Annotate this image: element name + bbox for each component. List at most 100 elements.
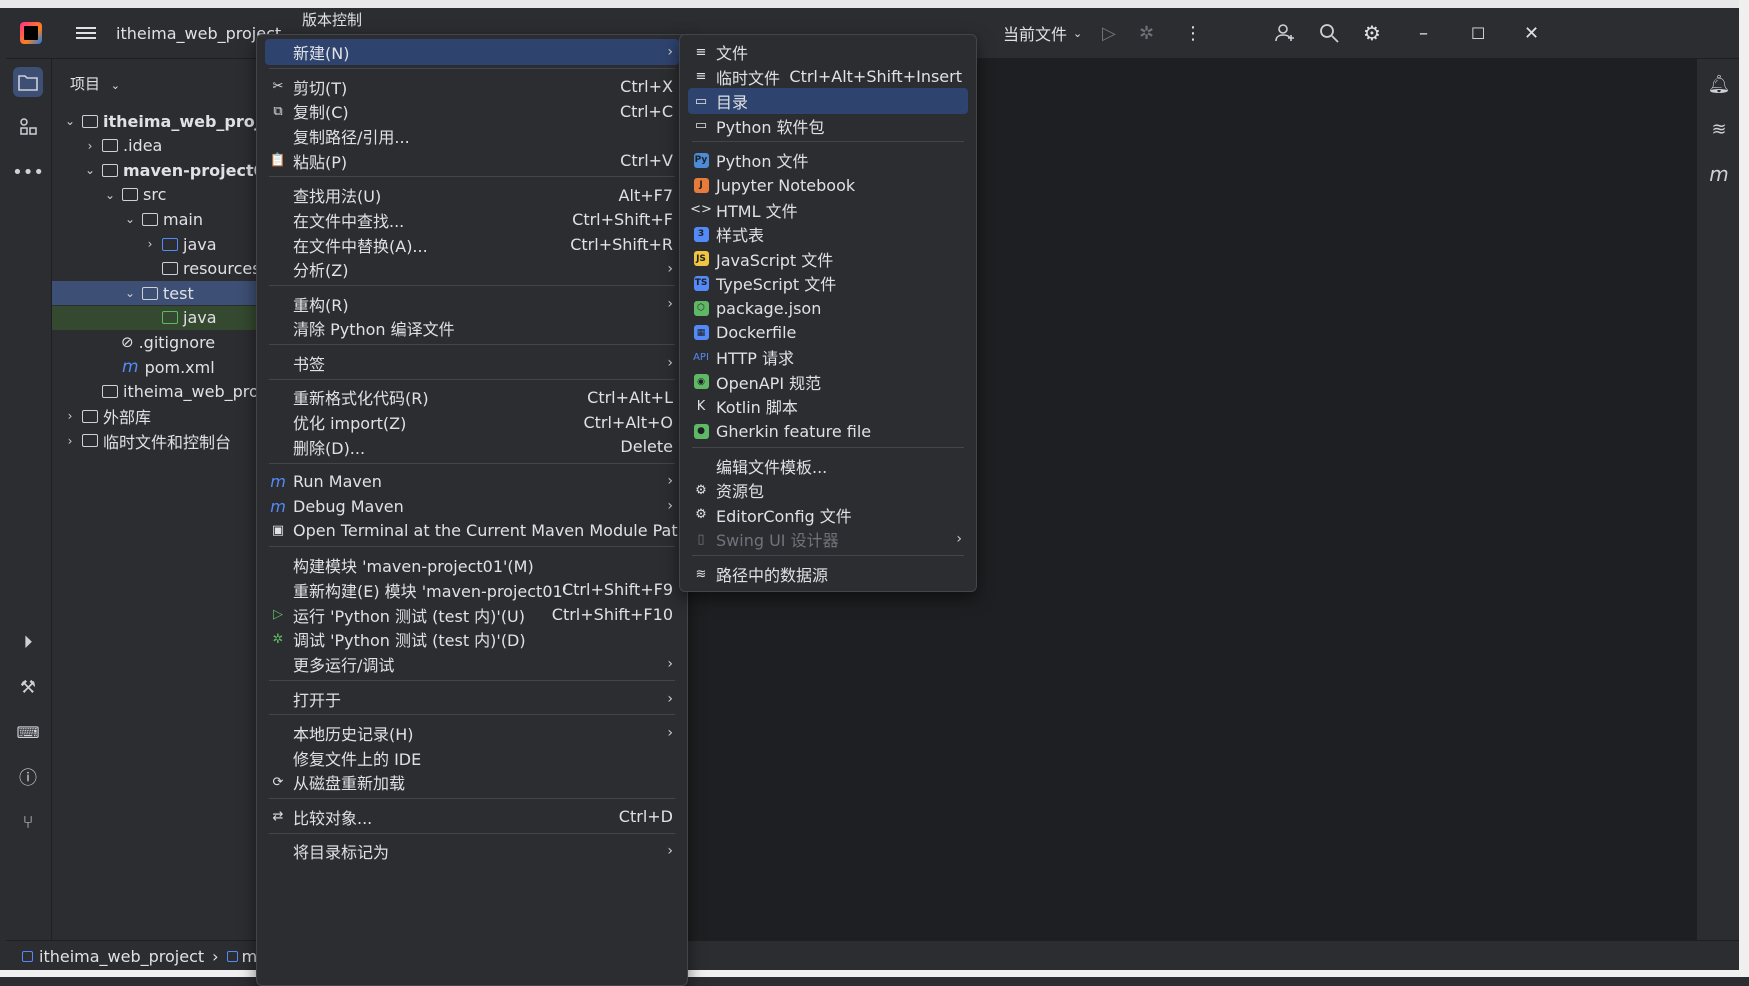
- menu-item[interactable]: K Kotlin 脚本: [688, 393, 968, 419]
- menu-item[interactable]: m Run Maven ›: [265, 468, 679, 494]
- menu-item[interactable]: J Jupyter Notebook: [688, 172, 968, 198]
- project-panel-title[interactable]: 项目 ⌄: [70, 73, 120, 94]
- chevron-right-icon[interactable]: ›: [84, 139, 96, 153]
- menu-item[interactable]: 优化 import(Z) Ctrl+Alt+O: [265, 409, 679, 435]
- search-icon[interactable]: [1318, 8, 1340, 58]
- menu-item[interactable]: 编辑文件模板...: [688, 453, 968, 479]
- structure-icon[interactable]: [13, 112, 43, 142]
- menu-item[interactable]: 新建(N) ›: [265, 39, 679, 65]
- os-window-top: [0, 0, 1749, 8]
- menu-item[interactable]: 构建模块 'maven-project01'(M): [265, 552, 679, 578]
- menu-item-shortcut: Ctrl+X: [620, 77, 673, 96]
- chevron-right-icon[interactable]: ›: [144, 237, 156, 251]
- menu-item[interactable]: ✲ 调试 'Python 测试 (test 内)'(D): [265, 626, 679, 652]
- menu-item[interactable]: ⧉ 复制(C) Ctrl+C: [265, 98, 679, 124]
- menu-item[interactable]: 书签 ›: [265, 350, 679, 376]
- menu-item[interactable]: ≡ 文件: [688, 39, 968, 65]
- menu-item-shortcut: Ctrl+Alt+Shift+Insert: [789, 67, 962, 87]
- menu-item[interactable]: 重新构建(E) 模块 'maven-project01' Ctrl+Shift+F…: [265, 577, 679, 603]
- menu-item[interactable]: ✂ 剪切(T) Ctrl+X: [265, 74, 679, 100]
- menu-item[interactable]: 清除 Python 编译文件: [265, 315, 679, 341]
- menu-item[interactable]: ≡ 临时文件 Ctrl+Alt+Shift+Insert: [688, 64, 968, 90]
- menu-item[interactable]: 在文件中查找... Ctrl+Shift+F: [265, 207, 679, 233]
- menu-item[interactable]: <> HTML 文件: [688, 197, 968, 223]
- chevron-right-icon: ›: [956, 531, 962, 548]
- main-menu-icon[interactable]: [76, 24, 96, 42]
- menu-item[interactable]: ⚙ 资源包: [688, 477, 968, 503]
- menu-item[interactable]: 在文件中替换(A)... Ctrl+Shift+R: [265, 232, 679, 258]
- project-folder-icon[interactable]: [13, 67, 43, 97]
- menu-item[interactable]: 📋 粘贴(P) Ctrl+V: [265, 148, 679, 174]
- right-toolwindow-bar: 🔔︎ ≋ m: [1696, 59, 1739, 940]
- menu-item[interactable]: ▯ Swing UI 设计器 ›: [688, 526, 968, 552]
- menu-item[interactable]: ▭ 目录: [688, 88, 968, 115]
- menu-separator: [269, 798, 675, 800]
- build-hammer-icon[interactable]: ⚒: [13, 672, 43, 702]
- menu-item[interactable]: 更多运行/调试 ›: [265, 651, 679, 677]
- menu-item[interactable]: JS JavaScript 文件: [688, 246, 968, 272]
- menu-item[interactable]: 打开于 ›: [265, 686, 679, 712]
- menu-item[interactable]: ● Gherkin feature file: [688, 418, 968, 444]
- menu-item-label: 查找用法(U): [293, 187, 382, 207]
- maximize-icon[interactable]: ☐: [1471, 8, 1485, 58]
- chevron-right-icon: ›: [667, 44, 673, 60]
- database-icon[interactable]: ≋: [1704, 114, 1734, 144]
- menu-item[interactable]: 修复文件上的 IDE: [265, 745, 679, 771]
- chevron-right-icon: ›: [667, 725, 673, 741]
- menu-item[interactable]: ▭ Python 软件包: [688, 113, 968, 139]
- menu-item[interactable]: m Debug Maven ›: [265, 493, 679, 519]
- menu-item[interactable]: 删除(D)... Delete: [265, 434, 679, 460]
- menu-item[interactable]: 3 样式表: [688, 221, 968, 247]
- breadcrumb-project[interactable]: itheima_web_project: [39, 947, 204, 966]
- menu-item[interactable]: ▦ Dockerfile: [688, 320, 968, 346]
- chevron-down-icon[interactable]: ⌄: [84, 163, 96, 177]
- services-icon[interactable]: ⏵: [13, 627, 43, 657]
- menu-item[interactable]: 本地历史记录(H) ›: [265, 720, 679, 746]
- problems-icon[interactable]: ⓘ: [13, 762, 43, 792]
- menu-item-shortcut: Ctrl+Shift+F9: [561, 580, 673, 600]
- add-user-icon[interactable]: [1274, 8, 1296, 58]
- menu-item[interactable]: ⚙ EditorConfig 文件: [688, 502, 968, 528]
- menu-item[interactable]: TS TypeScript 文件: [688, 270, 968, 296]
- menu-item[interactable]: 分析(Z) ›: [265, 256, 679, 282]
- run-config-selector[interactable]: 当前文件 ⌄: [1003, 8, 1082, 58]
- menu-item-label: Swing UI 设计器: [716, 531, 839, 551]
- menu-item[interactable]: ⬡ package.json: [688, 295, 968, 321]
- notifications-bell-icon[interactable]: 🔔︎: [1704, 69, 1734, 99]
- chevron-right-icon[interactable]: ›: [64, 434, 76, 448]
- http-request-icon: API: [693, 351, 709, 363]
- chevron-down-icon[interactable]: ⌄: [124, 212, 136, 226]
- chevron-down-icon[interactable]: ⌄: [124, 286, 136, 300]
- menu-item[interactable]: 复制路径/引用...: [265, 123, 679, 149]
- menu-item[interactable]: ≋ 路径中的数据源: [688, 561, 968, 587]
- more-actions-icon[interactable]: ⋮: [1184, 8, 1202, 58]
- menu-item[interactable]: 重新格式化代码(R) Ctrl+Alt+L: [265, 384, 679, 410]
- chevron-down-icon[interactable]: ⌄: [64, 114, 76, 128]
- menu-item[interactable]: ◉ OpenAPI 规范: [688, 369, 968, 395]
- menu-item[interactable]: ⇄ 比较对象... Ctrl+D: [265, 804, 679, 830]
- settings-gear-icon[interactable]: ⚙: [1363, 8, 1381, 58]
- git-branch-icon[interactable]: ⑂: [13, 807, 43, 837]
- python-package-icon: ▭: [694, 118, 708, 134]
- module-icon: [102, 163, 118, 177]
- menu-item[interactable]: 重构(R) ›: [265, 291, 679, 317]
- menu-item[interactable]: Py Python 文件: [688, 147, 968, 173]
- menu-separator: [269, 679, 675, 681]
- chevron-down-icon[interactable]: ⌄: [104, 188, 116, 202]
- menu-item[interactable]: 查找用法(U) Alt+F7: [265, 182, 679, 208]
- resource-bundle-icon: ⚙: [695, 482, 707, 498]
- minimize-icon[interactable]: –: [1419, 8, 1428, 58]
- menu-item[interactable]: ⟳ 从磁盘重新加载: [265, 769, 679, 795]
- menu-item[interactable]: ▣ Open Terminal at the Current Maven Modu…: [265, 518, 688, 544]
- chevron-right-icon[interactable]: ›: [64, 409, 76, 423]
- close-icon[interactable]: ✕: [1524, 8, 1539, 58]
- run-icon[interactable]: ▷: [1102, 8, 1116, 58]
- terminal-icon[interactable]: ⌨: [13, 717, 43, 747]
- more-tools-icon[interactable]: •••: [12, 157, 44, 187]
- tree-item-label: 外部库: [103, 408, 152, 428]
- maven-icon[interactable]: m: [1704, 159, 1734, 189]
- menu-item[interactable]: API HTTP 请求: [688, 344, 968, 370]
- menu-item[interactable]: 将目录标记为 ›: [265, 838, 679, 864]
- debug-icon[interactable]: ✲: [1139, 8, 1154, 58]
- menu-item[interactable]: ▷ 运行 'Python 测试 (test 内)'(U) Ctrl+Shift+F1…: [265, 602, 679, 628]
